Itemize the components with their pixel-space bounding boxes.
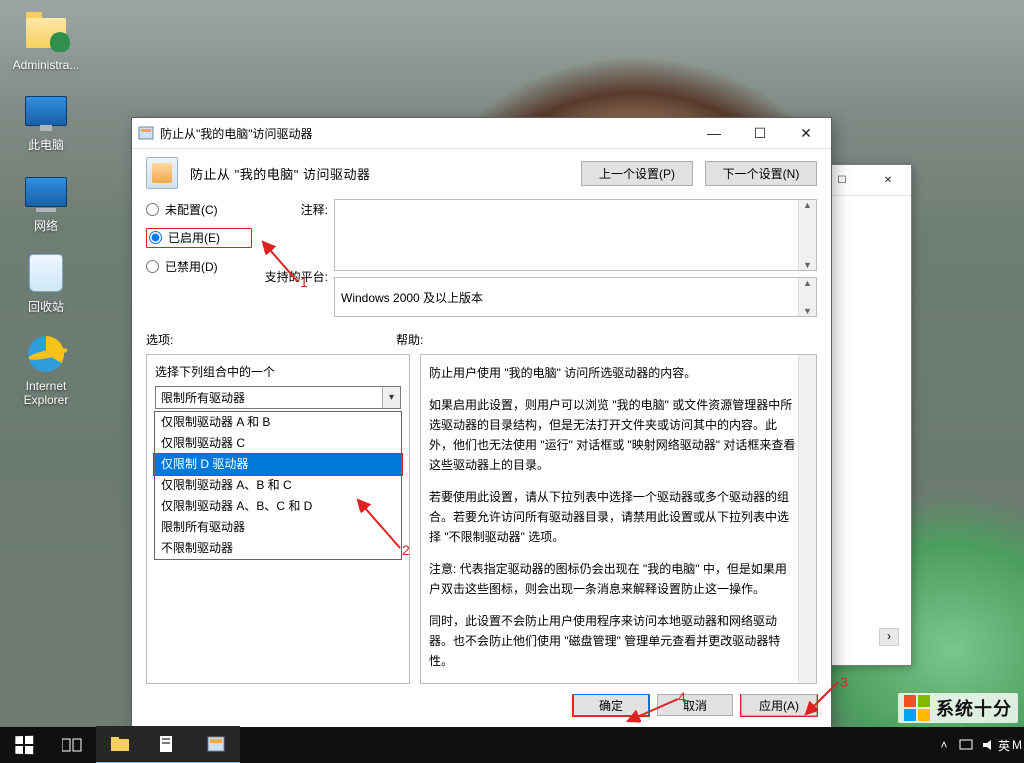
supported-platform-label: 支持的平台: (258, 268, 328, 285)
scrollbar[interactable]: ▲▼ (798, 278, 816, 316)
desktop-icon-label: Administra... (6, 58, 86, 72)
comment-textarea[interactable]: ▲▼ (334, 199, 817, 271)
desktop-icon-network[interactable]: 网络 (6, 171, 86, 234)
scrollbar[interactable] (798, 355, 816, 683)
ime-mode: M (1012, 738, 1022, 752)
desktop-icon-recycle-bin[interactable]: 回收站 (6, 252, 86, 315)
help-paragraph: 请参阅 "隐藏 '我的电脑' 中的这些指定的驱动器" 设置。 (429, 683, 796, 684)
dropdown-item[interactable]: 仅限制驱动器 A、B、C 和 D (155, 496, 401, 517)
dialog-title: 防止从"我的电脑"访问驱动器 (160, 125, 691, 142)
microsoft-four-squares-icon (904, 695, 930, 721)
desktop-icon-label: 回收站 (6, 298, 86, 315)
windows-logo-icon (15, 736, 33, 755)
drive-restriction-combobox[interactable]: 限制所有驱动器 ▾ (155, 386, 401, 409)
dialog-footer: 确定 取消 应用(A) (132, 694, 831, 728)
scroll-right-button[interactable]: › (879, 628, 899, 646)
radio-label: 已禁用(D) (165, 258, 218, 275)
ok-button[interactable]: 确定 (573, 694, 649, 716)
watermark-logo: 系统十分 www.win7999.com (898, 693, 1018, 723)
recycle-bin-icon (22, 252, 70, 294)
chevron-down-icon[interactable]: ▾ (382, 387, 400, 408)
policy-icon (146, 157, 178, 189)
apply-button[interactable]: 应用(A) (741, 694, 817, 716)
volume-tray-icon[interactable] (978, 727, 998, 763)
file-explorer-icon (110, 736, 130, 752)
policy-header-title: 防止从 "我的电脑" 访问驱动器 (190, 164, 569, 183)
system-tray[interactable]: ˄ 英 M (934, 727, 1024, 763)
ime-indicator[interactable]: 英 M (1000, 727, 1020, 763)
help-paragraph: 如果启用此设置，则用户可以浏览 "我的电脑" 或文件资源管理器中所选驱动器的目录… (429, 395, 796, 475)
dropdown-item[interactable]: 限制所有驱动器 (155, 517, 401, 538)
radio-label: 已启用(E) (168, 229, 220, 246)
desktop-icon-label: 此电脑 (6, 136, 86, 153)
desktop-icon-label: 网络 (6, 217, 86, 234)
combobox-value: 限制所有驱动器 (161, 389, 245, 406)
taskbar-app-file-explorer[interactable] (96, 726, 144, 763)
start-button[interactable] (0, 727, 48, 763)
cancel-button[interactable]: 取消 (657, 694, 733, 716)
radio-enabled-highlight: 已启用(E) (146, 228, 252, 248)
radio-disabled[interactable]: 已禁用(D) (146, 258, 252, 275)
minimize-button[interactable]: — (691, 118, 737, 148)
desktop-icon-administrator[interactable]: Administra... (6, 12, 86, 72)
help-paragraph: 同时，此设置不会防止用户使用程序来访问本地驱动器和网络驱动器。也不会防止他们使用… (429, 611, 796, 671)
supported-platform-text: Windows 2000 及以上版本 (341, 289, 483, 306)
policy-dialog-icon (206, 735, 226, 753)
dialog-titlebar[interactable]: 防止从"我的电脑"访问驱动器 — ☐ ✕ (132, 118, 831, 149)
state-radio-group: 未配置(C) 已启用(E) 已禁用(D) (146, 199, 252, 275)
ime-language: 英 (998, 737, 1010, 754)
task-view-button[interactable] (48, 727, 96, 763)
desktop-icon-this-pc[interactable]: 此电脑 (6, 90, 86, 153)
radio-input[interactable] (146, 203, 159, 216)
help-pane[interactable]: 防止用户使用 "我的电脑" 访问所选驱动器的内容。 如果启用此设置，则用户可以浏… (420, 354, 817, 684)
policy-dialog: 防止从"我的电脑"访问驱动器 — ☐ ✕ 防止从 "我的电脑" 访问驱动器 上一… (131, 117, 832, 729)
scrollbar[interactable]: ▲▼ (798, 200, 816, 270)
supported-platform-box: Windows 2000 及以上版本 ▲▼ (334, 277, 817, 317)
dropdown-item[interactable]: 仅限制驱动器 C (155, 433, 401, 454)
dropdown-item[interactable]: 不限制驱动器 (155, 538, 401, 559)
drive-restriction-dropdown-list[interactable]: 仅限制驱动器 A 和 B 仅限制驱动器 C 仅限制 D 驱动器 仅限制驱动器 A… (154, 411, 402, 560)
dropdown-item[interactable]: 仅限制驱动器 A 和 B (155, 412, 401, 433)
help-paragraph: 注意: 代表指定驱动器的图标仍会出现在 "我的电脑" 中，但是如果用户双击这些图… (429, 559, 796, 599)
taskbar[interactable]: ˄ 英 M (0, 727, 1024, 763)
help-paragraph: 防止用户使用 "我的电脑" 访问所选驱动器的内容。 (429, 363, 796, 383)
help-label: 帮助: (396, 331, 817, 348)
watermark-text: 系统十分 (936, 695, 1012, 721)
next-setting-button[interactable]: 下一个设置(N) (705, 161, 817, 186)
options-label: 选项: (146, 331, 396, 348)
dialog-title-icon (138, 125, 154, 141)
options-pane: 选择下列组合中的一个 限制所有驱动器 ▾ 仅限制驱动器 A 和 B 仅限制驱动器… (146, 354, 410, 684)
desktop-icon-internet-explorer[interactable]: Internet Explorer (6, 333, 86, 407)
help-paragraph: 若要使用此设置，请从下拉列表中选择一个驱动器或多个驱动器的组合。若要允许访问所有… (429, 487, 796, 547)
radio-enabled[interactable]: 已启用(E) (149, 229, 220, 246)
taskbar-app-policy-dialog[interactable] (192, 726, 240, 763)
radio-input[interactable] (146, 260, 159, 273)
comment-label: 注释: (258, 201, 328, 218)
desktop-icon-label: Internet Explorer (6, 379, 86, 407)
close-button[interactable]: ✕ (865, 165, 911, 195)
network-icon (22, 171, 70, 213)
dropdown-item[interactable]: 仅限制驱动器 A、B 和 C (155, 475, 401, 496)
internet-explorer-icon (22, 333, 70, 375)
gpedit-icon (158, 735, 178, 753)
computer-icon (22, 90, 70, 132)
previous-setting-button[interactable]: 上一个设置(P) (581, 161, 693, 186)
task-view-icon (62, 737, 82, 753)
close-button[interactable]: ✕ (783, 118, 829, 148)
taskbar-app-gpedit[interactable] (144, 726, 192, 763)
network-tray-icon[interactable] (956, 727, 976, 763)
desktop-icons: Administra... 此电脑 网络 回收站 Internet Explor… (6, 12, 96, 425)
radio-input[interactable] (149, 231, 162, 244)
folder-icon (22, 12, 70, 54)
dropdown-item-selected[interactable]: 仅限制 D 驱动器 (155, 454, 401, 475)
maximize-button[interactable]: ☐ (737, 118, 783, 148)
radio-not-configured[interactable]: 未配置(C) (146, 201, 252, 218)
dialog-header: 防止从 "我的电脑" 访问驱动器 上一个设置(P) 下一个设置(N) (132, 149, 831, 199)
options-prompt: 选择下列组合中的一个 (155, 363, 401, 380)
tray-overflow-button[interactable]: ˄ (934, 727, 954, 763)
radio-label: 未配置(C) (165, 201, 218, 218)
